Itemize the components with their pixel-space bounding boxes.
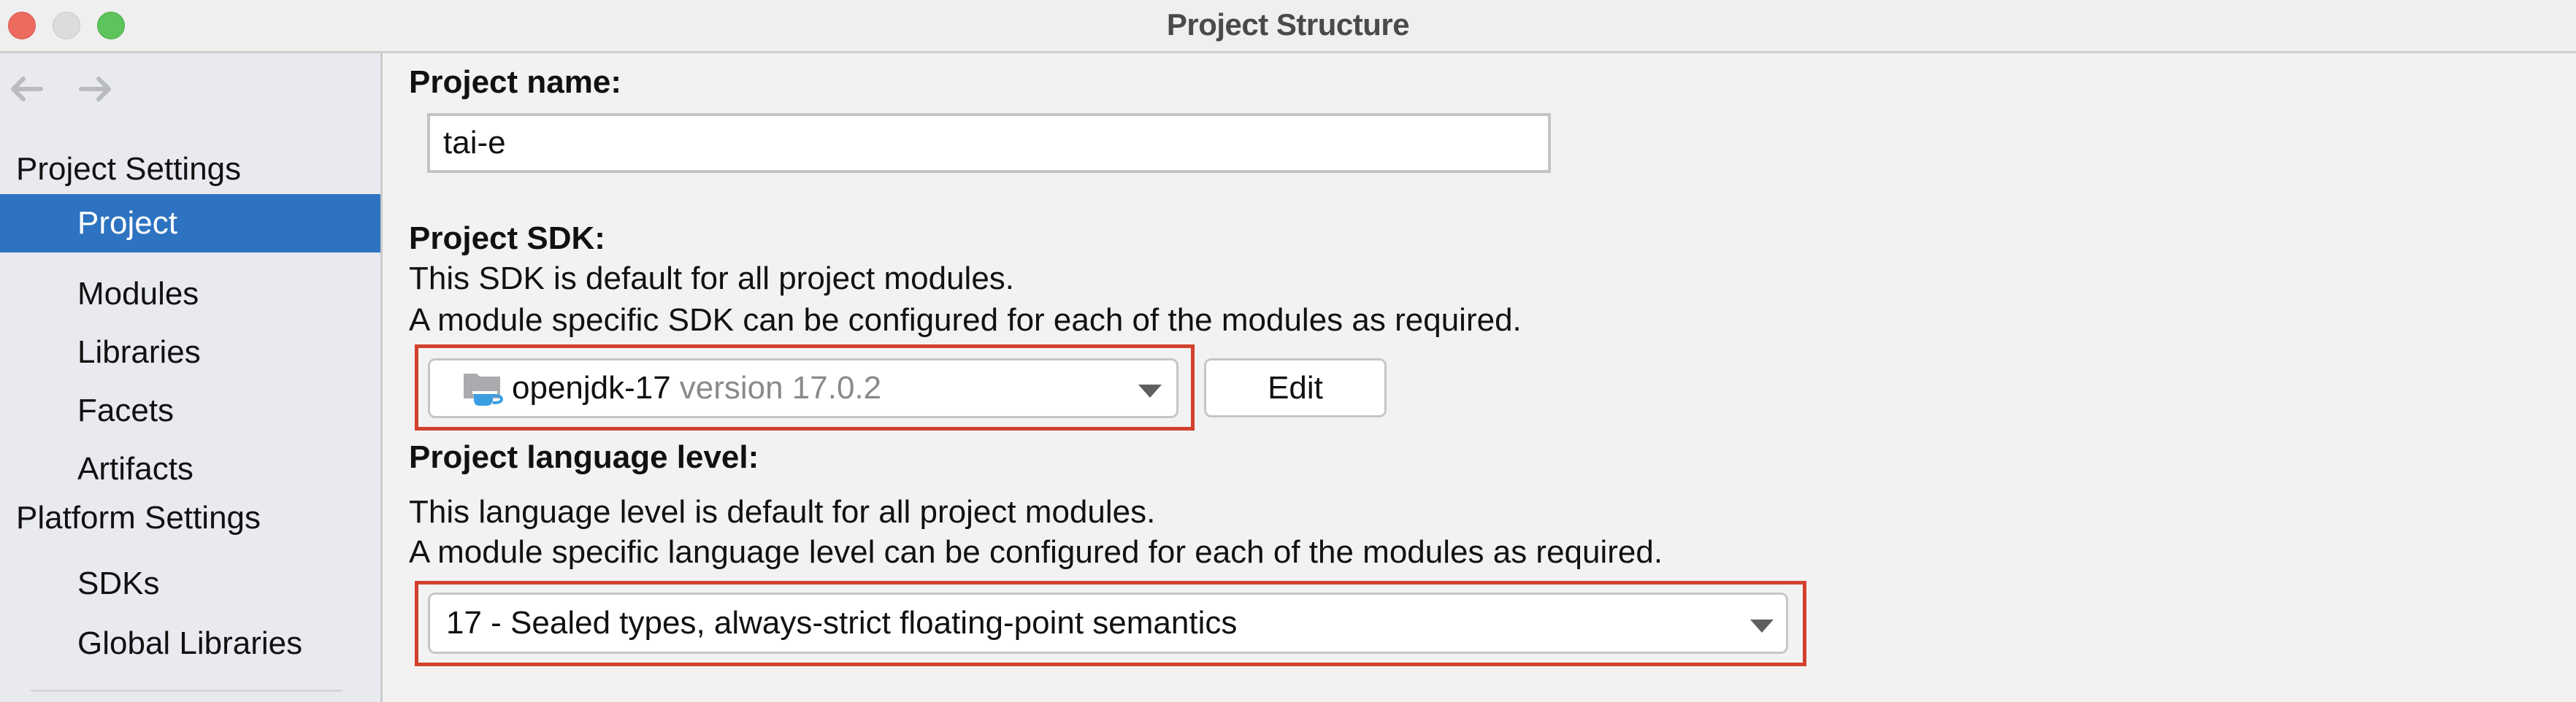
sidebar-item-sdks[interactable]: SDKs (0, 555, 380, 613)
sidebar-item-project[interactable]: Project (0, 194, 380, 252)
project-sdk-label: Project SDK: (409, 220, 605, 256)
edit-sdk-button[interactable]: Edit (1204, 358, 1387, 417)
language-level-description-1: This language level is default for all p… (409, 494, 1156, 530)
sidebar-item-label: Global Libraries (77, 625, 303, 661)
sidebar-item-label: Project (77, 205, 177, 241)
sidebar-item-artifacts[interactable]: Artifacts (0, 440, 380, 498)
project-name-label: Project name: (409, 64, 621, 100)
project-sdk-description-2: A module specific SDK can be configured … (409, 302, 1522, 338)
sdk-name: openjdk-17 (512, 370, 671, 406)
sidebar-item-global-libraries[interactable]: Global Libraries (0, 614, 380, 673)
sidebar: Project Settings Project Modules Librari… (0, 53, 383, 702)
chevron-down-icon (1138, 385, 1162, 398)
window-title: Project Structure (1166, 7, 1410, 42)
arrow-left-icon (11, 77, 43, 101)
section-header-project-settings: Project Settings (16, 151, 242, 187)
sidebar-divider (31, 690, 342, 692)
project-sdk-description-1: This SDK is default for all project modu… (409, 261, 1015, 296)
back-button[interactable] (9, 73, 44, 105)
project-name-input[interactable] (427, 113, 1551, 173)
project-sdk-dropdown[interactable]: openjdk-17 version 17.0.2 (428, 358, 1178, 418)
language-level-label: Project language level: (409, 439, 759, 475)
title-bar: Project Structure (0, 0, 2576, 53)
language-level-value: 17 - Sealed types, always-strict floatin… (446, 605, 1238, 641)
jdk-folder-icon (464, 374, 503, 406)
sidebar-item-label: Modules (77, 276, 199, 312)
sidebar-item-facets[interactable]: Facets (0, 382, 380, 440)
language-level-dropdown[interactable]: 17 - Sealed types, always-strict floatin… (428, 593, 1788, 654)
arrow-right-icon (79, 77, 111, 101)
sidebar-item-label: Facets (77, 393, 175, 428)
sidebar-item-label: Artifacts (77, 451, 193, 487)
section-header-platform-settings: Platform Settings (16, 500, 261, 536)
language-level-description-2: A module specific language level can be … (409, 534, 1663, 570)
sidebar-item-modules[interactable]: Modules (0, 265, 380, 323)
chevron-down-icon (1750, 620, 1774, 633)
forward-button[interactable] (78, 73, 113, 105)
sidebar-item-label: Libraries (77, 334, 201, 370)
sidebar-item-label: SDKs (77, 566, 160, 601)
sdk-version: version 17.0.2 (679, 370, 882, 406)
sidebar-item-libraries[interactable]: Libraries (0, 323, 380, 382)
